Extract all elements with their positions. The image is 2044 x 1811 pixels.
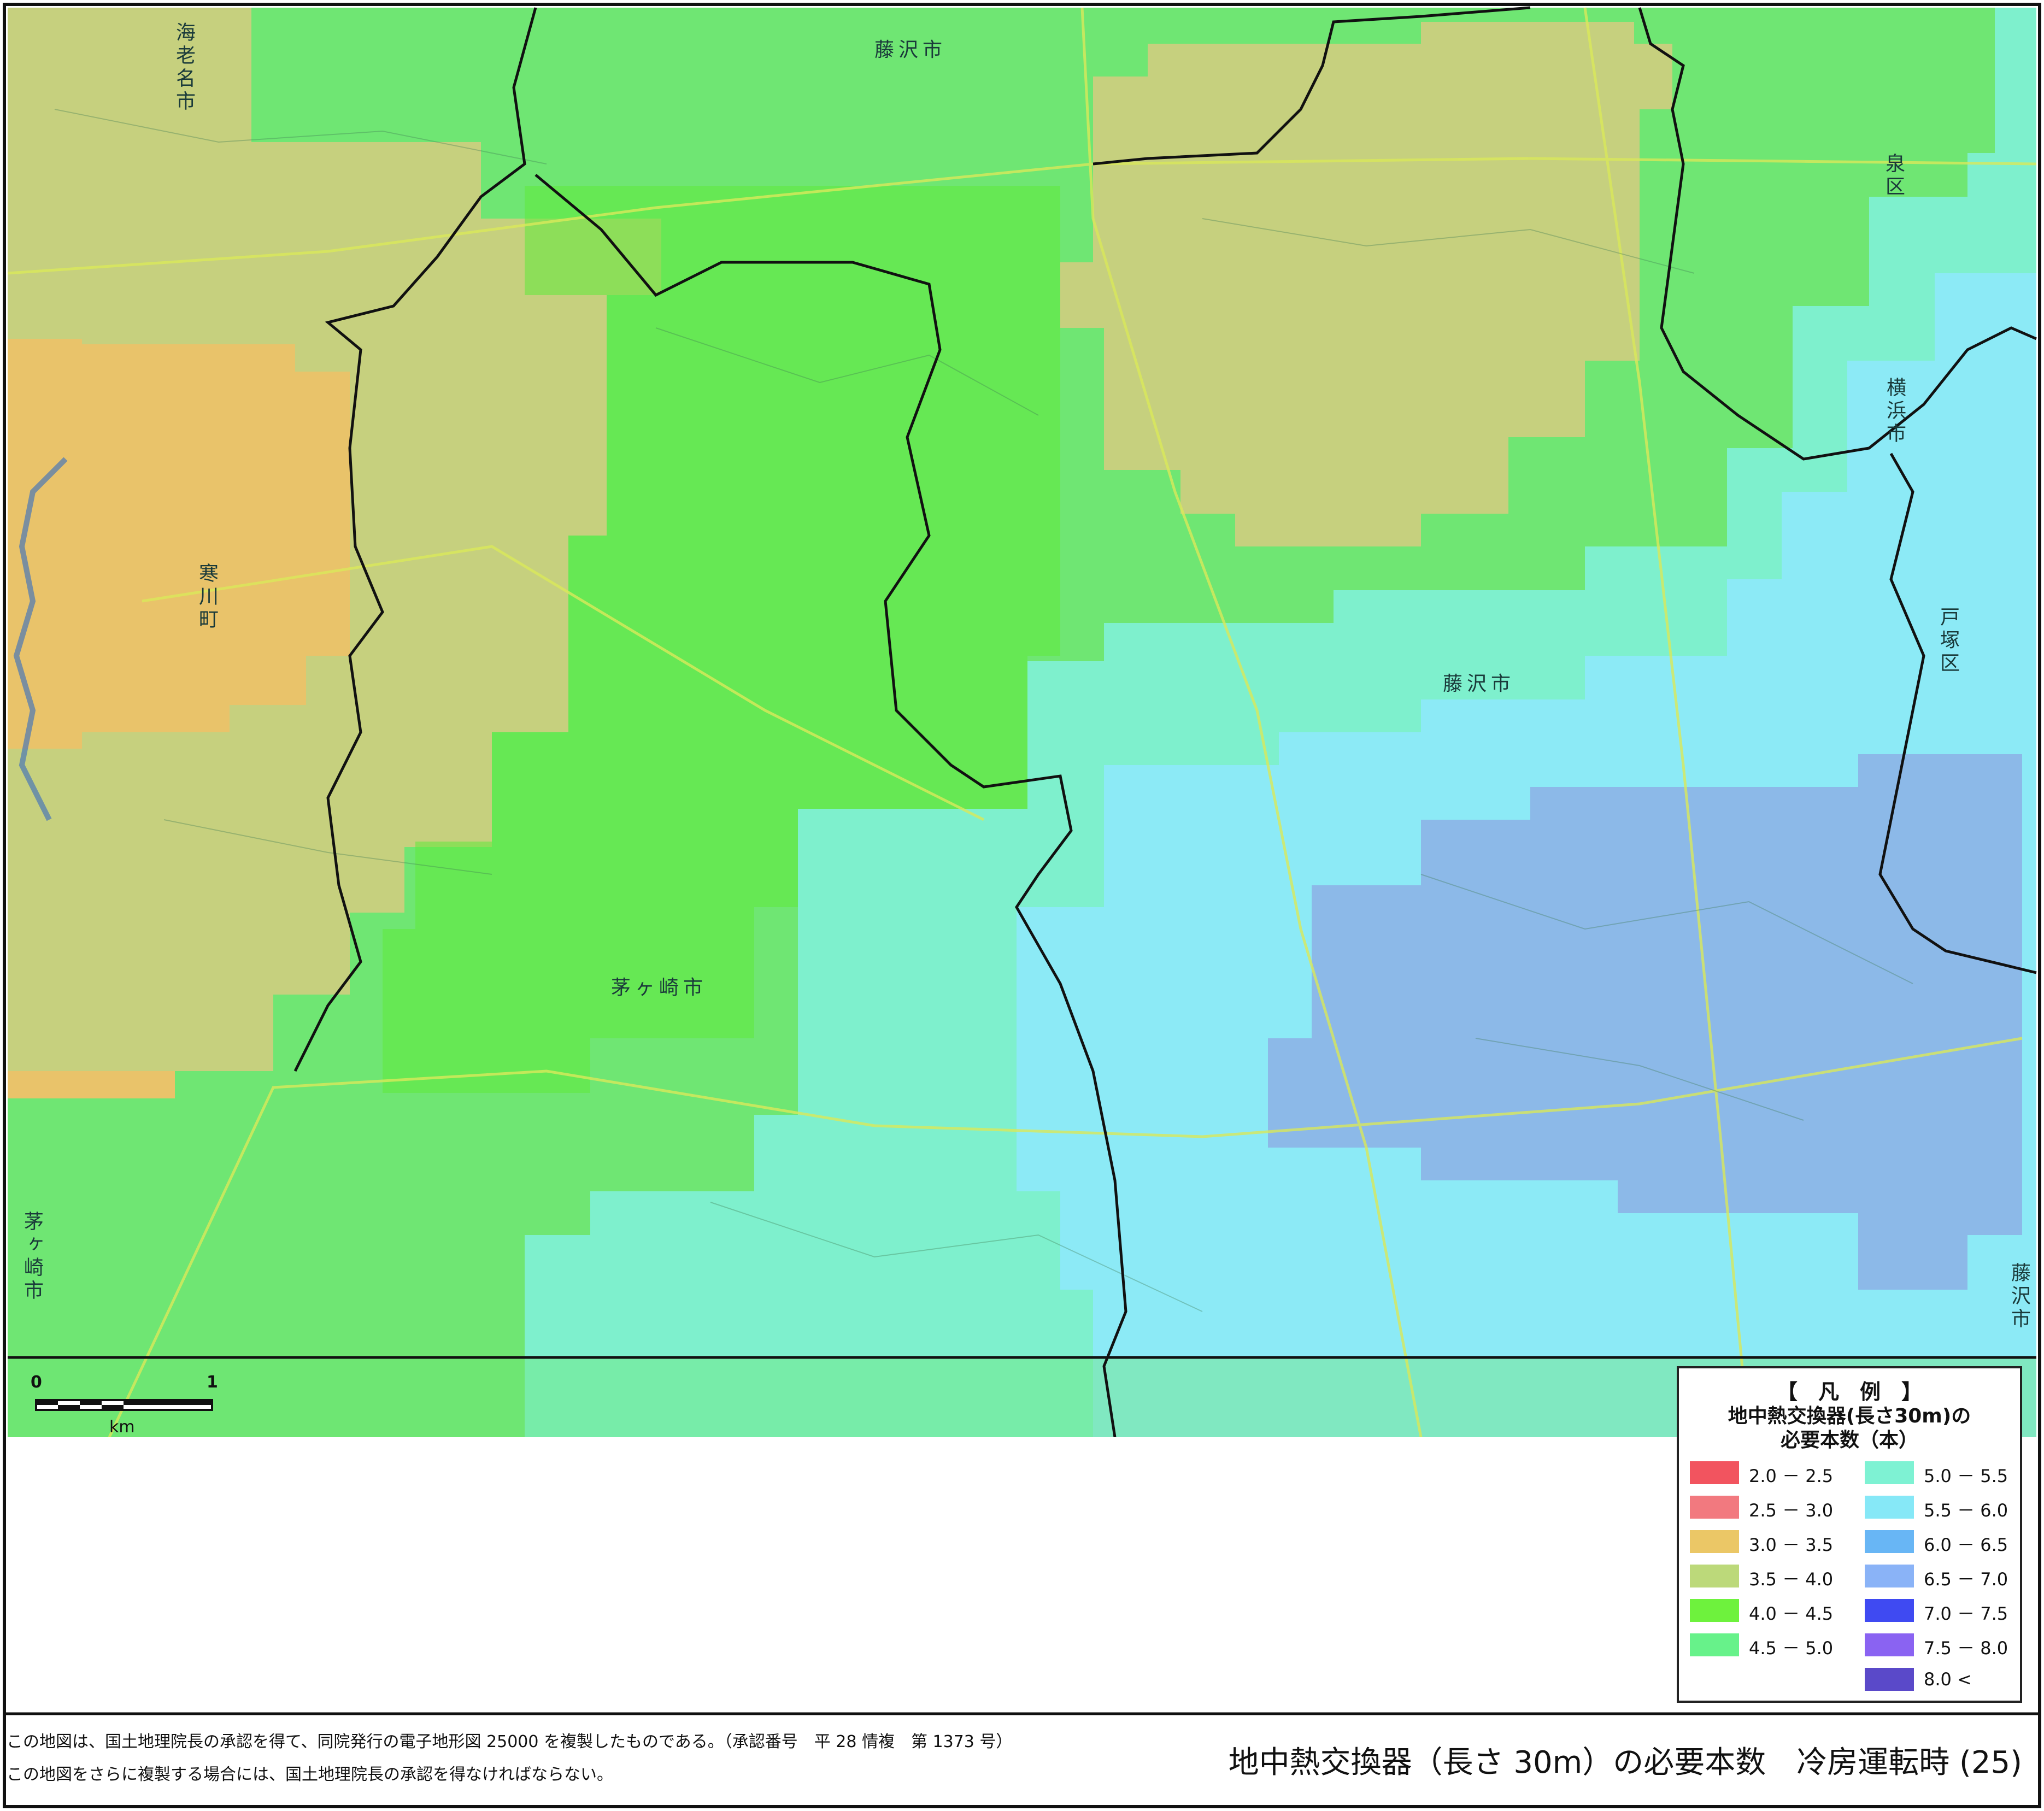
legend-label: 3.0 － 3.5 bbox=[1749, 1534, 1834, 1555]
legend-label: 6.0 － 6.5 bbox=[1924, 1534, 2008, 1555]
legend-label: 2.5 － 3.0 bbox=[1749, 1500, 1834, 1521]
legend-swatch bbox=[1865, 1633, 1914, 1656]
legend-label: 5.5 － 6.0 bbox=[1924, 1500, 2008, 1521]
legend-label: 4.0 － 4.5 bbox=[1749, 1603, 1834, 1624]
legend: 【 凡 例 】 地中熱交換器(長さ30m)の 必要本数（本） 2.0 － 2.5… bbox=[1677, 1366, 2022, 1703]
legend-swatch bbox=[1865, 1530, 1914, 1553]
legend-label: 7.0 － 7.5 bbox=[1924, 1603, 2008, 1624]
place-label-chigasaki: 茅ヶ崎市 bbox=[611, 977, 708, 999]
legend-swatch bbox=[1865, 1565, 1914, 1587]
legend-swatch bbox=[1865, 1668, 1914, 1691]
legend-label: 7.5 － 8.0 bbox=[1924, 1638, 2008, 1659]
legend-swatch bbox=[1690, 1599, 1739, 1622]
legend-label: 6.5 － 7.0 bbox=[1924, 1569, 2008, 1590]
zone-orange bbox=[8, 339, 350, 749]
legend-label: 8.0 < bbox=[1924, 1669, 1972, 1690]
place-label-samukawa: 寒川町 bbox=[196, 563, 218, 632]
legend-label: 4.5 － 5.0 bbox=[1749, 1638, 1834, 1659]
legend-label: 2.0 － 2.5 bbox=[1749, 1466, 1834, 1486]
legend-swatch bbox=[1690, 1530, 1739, 1553]
legend-swatch bbox=[1690, 1633, 1739, 1656]
legend-swatch bbox=[1865, 1599, 1914, 1622]
scale-bar bbox=[35, 1399, 213, 1411]
zone-olive-topleft bbox=[8, 8, 251, 82]
scale-end-label: 1 bbox=[207, 1373, 218, 1392]
place-label-yokohama: 横浜市 bbox=[1883, 377, 1906, 446]
scale-unit-label: km bbox=[109, 1418, 135, 1437]
place-label-fujisawa-mid: 藤沢市 bbox=[1443, 673, 1516, 695]
place-label-ebina: 海老名市 bbox=[173, 22, 195, 114]
legend-swatch bbox=[1865, 1461, 1914, 1484]
place-label-totsuka: 戸塚区 bbox=[1937, 607, 1959, 675]
zone-orange-bottom bbox=[8, 1071, 175, 1098]
legend-swatch bbox=[1865, 1496, 1914, 1519]
place-label-chigasaki-left: 茅ヶ崎市 bbox=[21, 1211, 43, 1303]
place-label-izumi: 泉区 bbox=[1882, 153, 1905, 199]
footer-note-2: この地図をさらに複製する場合には、国土地理院長の承認を得なければならない。 bbox=[7, 1765, 613, 1784]
map-sheet: 海老名市 藤沢市 泉区 横浜市 寒川町 戸塚区 藤沢市 茅ヶ崎市 茅ヶ崎市 藤沢… bbox=[0, 0, 2044, 1811]
legend-swatch bbox=[1690, 1496, 1739, 1519]
legend-swatch bbox=[1690, 1461, 1739, 1484]
legend-subtitle-2: 必要本数（本） bbox=[1780, 1429, 1918, 1451]
place-label-fujisawa-top: 藤沢市 bbox=[874, 39, 947, 61]
footer-note-1: この地図は、国土地理院長の承認を得て、同院発行の電子地形図 25000 を複製し… bbox=[7, 1732, 1013, 1751]
legend-swatch bbox=[1690, 1565, 1739, 1587]
legend-label: 5.0 － 5.5 bbox=[1924, 1466, 2008, 1486]
place-label-fujisawa-right: 藤沢市 bbox=[2008, 1262, 2030, 1331]
scale-start-label: 0 bbox=[31, 1373, 42, 1392]
legend-label: 3.5 － 4.0 bbox=[1749, 1569, 1834, 1590]
map-title: 地中熱交換器（長さ 30m）の必要本数 冷房運転時 (25) bbox=[1228, 1745, 2022, 1780]
